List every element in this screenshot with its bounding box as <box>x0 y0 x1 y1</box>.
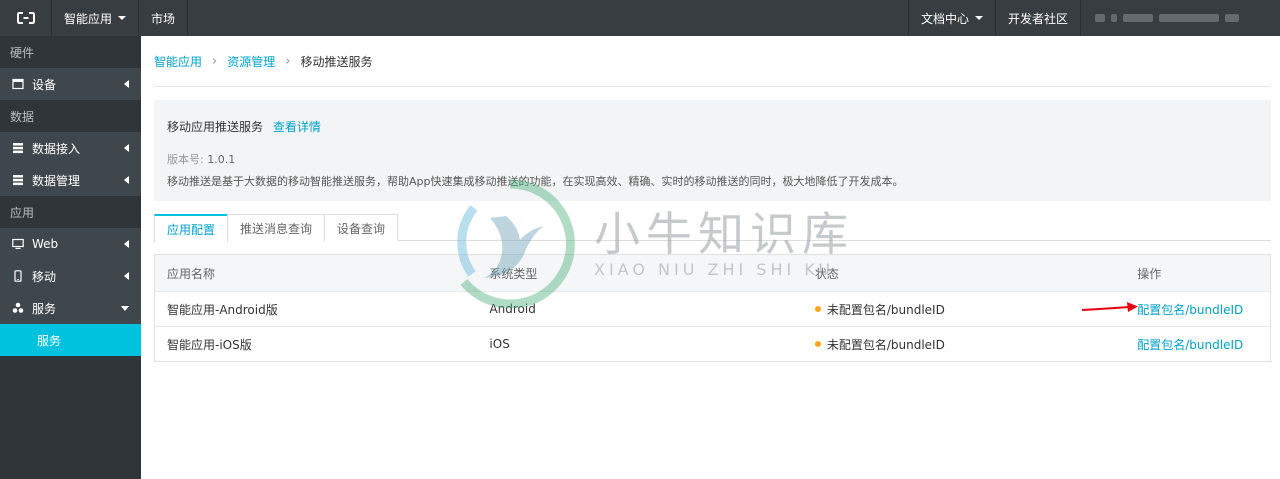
cell-os-type: iOS <box>489 337 510 351</box>
data-manage-icon <box>12 174 24 186</box>
community-link[interactable]: 开发者社区 <box>994 0 1080 36</box>
sidebar: 硬件 设备 数据 数据接入 数据管理 应用 Web 移动 服务 服务 <box>0 36 141 479</box>
main-content: 智能应用 › 资源管理 › 移动推送服务 移动应用推送服务 查看详情 版本号: … <box>141 36 1280 479</box>
sidebar-group-hardware: 硬件 <box>0 36 141 68</box>
sidebar-subitem-service[interactable]: 服务 <box>0 324 141 356</box>
redacted-account <box>1159 14 1219 22</box>
sidebar-item-data-manage[interactable]: 数据管理 <box>0 164 141 196</box>
app-menu-dropdown[interactable]: 智能应用 <box>52 0 140 36</box>
table-row: 智能应用-iOS版 iOS 未配置包名/bundleID 配置包名/bundle… <box>155 326 1270 361</box>
sidebar-group-app: 应用 <box>0 196 141 228</box>
status-text: 未配置包名/bundleID <box>826 337 945 352</box>
header-app-name: 应用名称 <box>167 266 216 281</box>
caret-down-icon <box>974 16 983 20</box>
header-action: 操作 <box>1137 266 1162 281</box>
header-os-type: 系统类型 <box>489 266 538 281</box>
account-menu[interactable] <box>1080 0 1280 36</box>
app-menu-label: 智能应用 <box>64 11 113 26</box>
service-info-panel: 移动应用推送服务 查看详情 版本号: 1.0.1 移动推送是基于大数据的移动智能… <box>154 100 1271 201</box>
breadcrumb-current: 移动推送服务 <box>300 55 373 69</box>
tab-push-query[interactable]: 推送消息查询 <box>227 214 326 241</box>
chevron-right-icon: › <box>285 54 291 69</box>
tab-device-query[interactable]: 设备查询 <box>324 214 399 241</box>
header-status: 状态 <box>814 266 839 281</box>
cell-app-name: 智能应用-Android版 <box>167 302 278 317</box>
chevron-right-icon: › <box>212 54 218 69</box>
tab-bar: 应用配置 推送消息查询 设备查询 <box>154 214 1271 242</box>
data-access-icon <box>12 142 24 154</box>
breadcrumb-link[interactable]: 智能应用 <box>154 53 202 70</box>
aliyun-logo-icon[interactable] <box>0 0 52 36</box>
breadcrumb: 智能应用 › 资源管理 › 移动推送服务 <box>154 53 372 70</box>
divider <box>154 86 1270 87</box>
caret-down-icon <box>121 306 129 311</box>
sidebar-item-web[interactable]: Web <box>0 228 141 260</box>
sidebar-item-label: 服务 <box>32 301 57 316</box>
cell-action: 配置包名/bundleID <box>1125 301 1270 318</box>
cell-os-type: Android <box>489 302 536 316</box>
sidebar-item-service[interactable]: 服务 <box>0 292 141 324</box>
sidebar-group-label: 硬件 <box>10 45 35 60</box>
version-value: 1.0.1 <box>207 153 236 166</box>
redacted-account <box>1095 14 1105 22</box>
service-title-row: 移动应用推送服务 查看详情 <box>167 118 1258 135</box>
sidebar-group-label: 应用 <box>10 205 35 220</box>
cell-action: 配置包名/bundleID <box>1125 336 1270 353</box>
monitor-icon <box>12 238 24 250</box>
caret-left-icon <box>124 176 129 184</box>
docs-dropdown[interactable]: 文档中心 <box>907 0 995 36</box>
table-header: 应用名称 系统类型 状态 操作 <box>155 255 1270 291</box>
caret-left-icon <box>124 272 129 280</box>
sidebar-item-mobile[interactable]: 移动 <box>0 260 141 292</box>
cell-status: 未配置包名/bundleID <box>803 336 1125 353</box>
configure-bundle-link[interactable]: 配置包名/bundleID <box>1137 303 1243 317</box>
status-dot-icon <box>814 341 821 347</box>
market-link[interactable]: 市场 <box>139 0 189 36</box>
sidebar-item-label: 移动 <box>32 269 57 284</box>
community-label: 开发者社区 <box>1007 11 1068 26</box>
tab-app-config[interactable]: 应用配置 <box>154 214 229 242</box>
sidebar-item-data-access[interactable]: 数据接入 <box>0 132 141 164</box>
sidebar-subitem-label: 服务 <box>37 333 62 348</box>
sidebar-group-data: 数据 <box>0 100 141 132</box>
configure-bundle-link[interactable]: 配置包名/bundleID <box>1137 338 1243 352</box>
top-navbar: 智能应用 市场 文档中心 开发者社区 <box>0 0 1280 36</box>
caret-left-icon <box>124 240 129 248</box>
docs-label: 文档中心 <box>920 11 969 26</box>
status-text: 未配置包名/bundleID <box>826 302 945 317</box>
sidebar-item-label: 设备 <box>32 77 57 92</box>
version-row: 版本号: 1.0.1 <box>167 151 1258 167</box>
caret-down-icon <box>118 16 127 20</box>
redacted-account <box>1225 14 1239 22</box>
sidebar-group-label: 数据 <box>10 109 35 124</box>
view-details-link[interactable]: 查看详情 <box>273 120 321 134</box>
mobile-icon <box>12 270 24 282</box>
sidebar-item-label: 数据管理 <box>32 173 81 188</box>
service-title: 移动应用推送服务 <box>167 120 264 134</box>
service-icon <box>12 302 24 314</box>
breadcrumb-link[interactable]: 资源管理 <box>227 53 275 70</box>
caret-left-icon <box>124 144 129 152</box>
cell-app-name: 智能应用-iOS版 <box>167 337 252 352</box>
redacted-account <box>1111 14 1117 22</box>
market-label: 市场 <box>151 11 176 26</box>
status-dot-icon <box>814 306 821 312</box>
sidebar-item-label: Web <box>32 237 59 251</box>
redacted-account <box>1123 14 1153 22</box>
caret-left-icon <box>124 80 129 88</box>
sidebar-item-device[interactable]: 设备 <box>0 68 141 100</box>
red-arrow-annotation-icon <box>1081 302 1138 312</box>
device-icon <box>12 78 24 90</box>
service-description: 移动推送是基于大数据的移动智能推送服务，帮助App快速集成移动推送的功能，在实现… <box>167 175 904 188</box>
sidebar-item-label: 数据接入 <box>32 141 81 156</box>
version-label: 版本号: <box>167 153 204 166</box>
cell-status: 未配置包名/bundleID <box>803 301 1125 318</box>
